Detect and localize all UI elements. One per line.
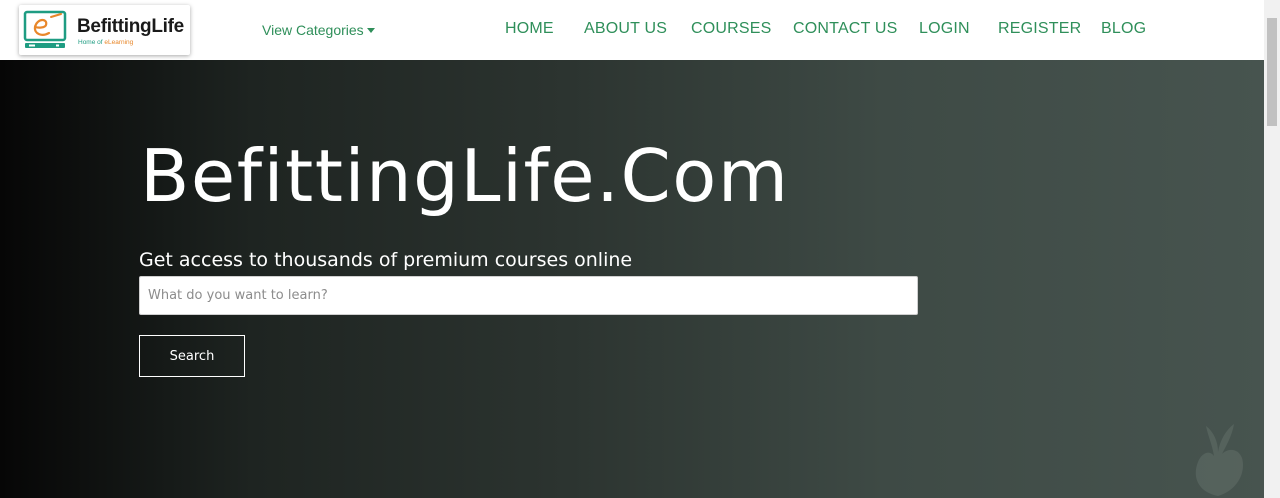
- logo-tagline-highlight: eLearning: [104, 39, 134, 46]
- nav-register[interactable]: REGISTER: [998, 20, 1081, 38]
- decorative-plant-icon: [1195, 424, 1243, 496]
- nav-login[interactable]: LOGIN: [919, 20, 970, 38]
- nav-home[interactable]: HOME: [505, 20, 554, 38]
- nav-contact-us[interactable]: CONTACT US: [793, 20, 898, 38]
- page: BefittingLife Home of eLearning View Cat…: [0, 0, 1280, 498]
- view-categories-dropdown[interactable]: View Categories: [262, 22, 375, 38]
- scrollbar-thumb[interactable]: [1267, 18, 1277, 126]
- nav-about-us[interactable]: ABOUT US: [584, 20, 667, 38]
- hero-section: BefittingLife.Com Get access to thousand…: [0, 60, 1264, 498]
- nav-blog[interactable]: BLOG: [1101, 20, 1146, 38]
- hero-title: BefittingLife.Com: [140, 134, 790, 218]
- course-search-input[interactable]: [139, 276, 918, 315]
- caret-down-icon: [366, 27, 375, 33]
- page-scrollbar[interactable]: [1264, 0, 1280, 498]
- site-header: BefittingLife Home of eLearning View Cat…: [0, 0, 1264, 60]
- logo-title: BefittingLife: [77, 16, 184, 37]
- monitor-with-e-icon: [23, 10, 67, 48]
- logo-tagline: Home of eLearning: [78, 39, 133, 46]
- logo-tagline-prefix: Home of: [78, 39, 105, 46]
- search-button[interactable]: Search: [139, 335, 245, 377]
- hero-subtitle: Get access to thousands of premium cours…: [139, 249, 633, 271]
- site-logo[interactable]: BefittingLife Home of eLearning: [19, 5, 190, 55]
- nav-courses[interactable]: COURSES: [691, 20, 772, 38]
- view-categories-label: View Categories: [262, 22, 364, 38]
